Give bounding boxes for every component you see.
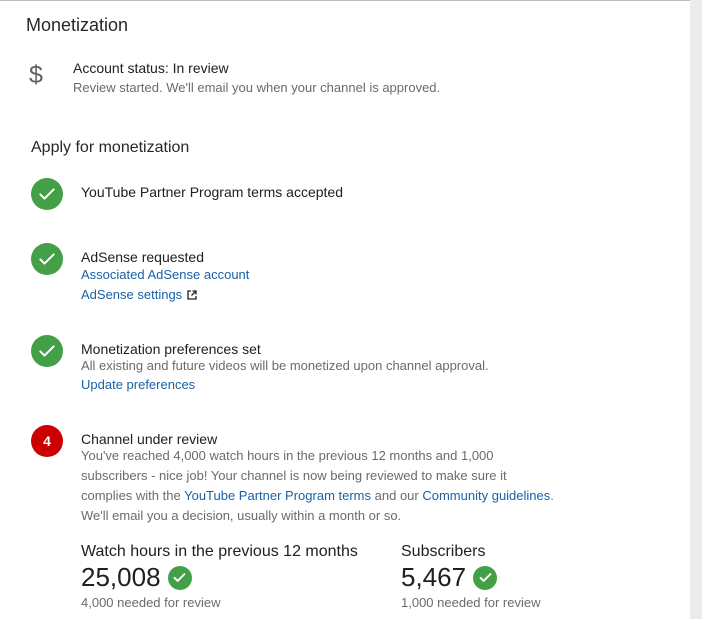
dollar-icon: $ — [29, 61, 43, 89]
scrollbar[interactable] — [690, 0, 702, 619]
watch-hours-label: Watch hours in the previous 12 months — [81, 543, 358, 560]
check-icon — [173, 573, 186, 582]
watch-hours-value: 25,008 — [81, 562, 161, 592]
check-icon — [31, 178, 63, 210]
update-preferences-link[interactable]: Update preferences — [81, 377, 195, 392]
step-preferences-text: All existing and future videos will be m… — [81, 358, 489, 373]
check-icon — [167, 565, 192, 590]
external-link-icon — [187, 290, 197, 300]
step-adsense-title: AdSense requested — [81, 249, 204, 265]
check-icon — [39, 188, 55, 200]
account-status: Account status: In review — [73, 60, 229, 76]
subscribers-label: Subscribers — [401, 543, 486, 560]
step-terms-title: YouTube Partner Program terms accepted — [81, 184, 343, 200]
adsense-settings-label[interactable]: AdSense settings — [81, 287, 182, 302]
account-status-subtext: Review started. We'll email you when you… — [73, 80, 441, 95]
adsense-settings-link[interactable]: AdSense settings — [81, 287, 197, 302]
associated-adsense-link[interactable]: Associated AdSense account — [81, 267, 249, 282]
check-icon — [39, 345, 55, 357]
community-guidelines-link[interactable]: Community guidelines — [422, 488, 550, 503]
page-title: Monetization — [26, 15, 129, 35]
step-preferences-title: Monetization preferences set — [81, 341, 261, 357]
step-number-badge: 4 — [31, 425, 63, 457]
subscribers-value: 5,467 — [401, 562, 467, 592]
check-icon — [39, 253, 55, 265]
watch-hours-needed: 4,000 needed for review — [81, 595, 221, 610]
top-border — [0, 0, 702, 1]
apply-heading: Apply for monetization — [31, 139, 190, 156]
subscribers-needed: 1,000 needed for review — [401, 595, 541, 610]
step-review-title: Channel under review — [81, 431, 218, 447]
subscribers-value-row: 5,467 — [401, 562, 498, 593]
check-icon — [479, 573, 492, 582]
watch-hours-value-row: 25,008 — [81, 562, 192, 593]
check-icon — [473, 565, 498, 590]
partner-program-terms-link[interactable]: YouTube Partner Program terms — [184, 488, 371, 503]
review-text-part2: and our — [374, 488, 419, 503]
check-icon — [31, 335, 63, 367]
step-review-text: You've reached 4,000 watch hours in the … — [81, 446, 561, 526]
check-icon — [31, 243, 63, 275]
